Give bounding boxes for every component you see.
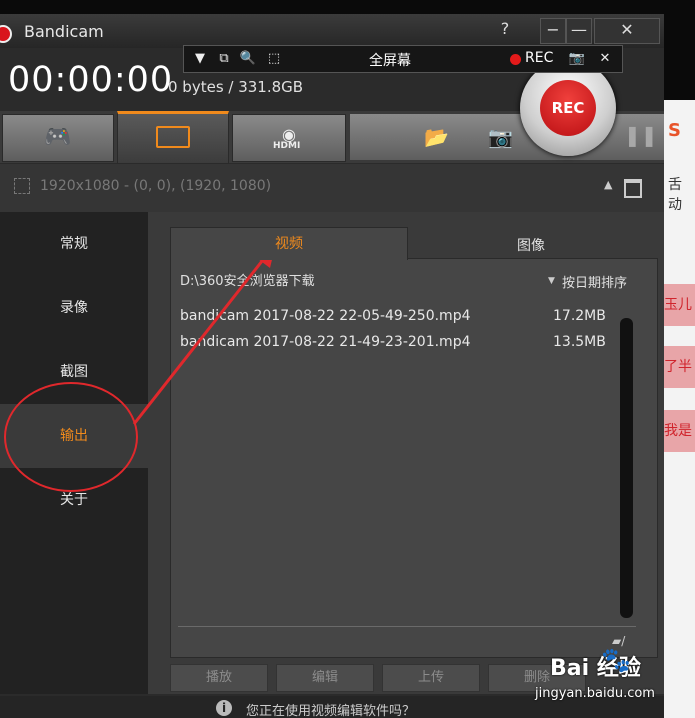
watermark-url: jingyan.baidu.com — [535, 686, 655, 701]
tab-video[interactable]: 视频 — [170, 227, 408, 260]
annotation-arrow-icon — [132, 243, 276, 425]
baidu-paw-icon: 🐾 — [601, 646, 631, 674]
baidu-watermark: Bai 经验 🐾 jingyan.baidu.com — [535, 636, 695, 718]
